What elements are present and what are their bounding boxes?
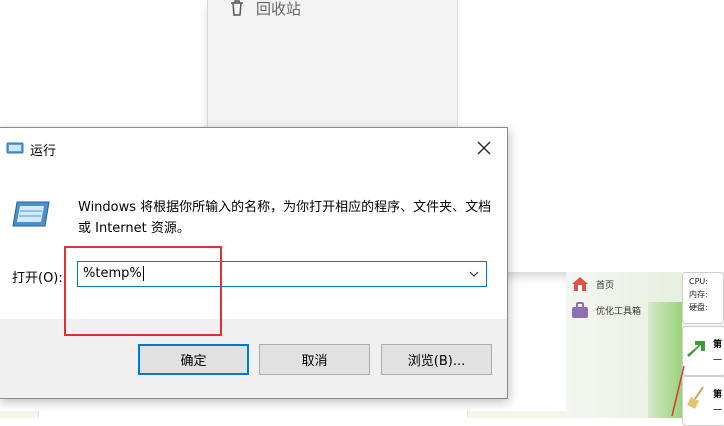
recycle-bin-item[interactable]: 回收站 bbox=[228, 0, 301, 22]
disk-label: 硬盘: bbox=[689, 303, 708, 312]
run-icon bbox=[6, 142, 24, 154]
memory-label: 内存: bbox=[689, 290, 708, 299]
broom-icon bbox=[687, 386, 704, 409]
nav-item-home[interactable]: 首页 bbox=[570, 272, 614, 296]
run-dialog: 运行 Windows 将根据你所输入的名称，为你打开相应的程序、文件夹、文档或 … bbox=[0, 127, 508, 399]
ok-button[interactable]: 确定 bbox=[138, 344, 249, 375]
dialog-content: Windows 将根据你所输入的名称，为你打开相应的程序、文件夹、文档或 Int… bbox=[0, 167, 507, 336]
browse-button[interactable]: 浏览(B)... bbox=[381, 344, 492, 375]
system-info-box: CPU: 内存: 硬盘: bbox=[682, 272, 724, 324]
trash-icon bbox=[231, 0, 243, 16]
tile-1-label: 第 bbox=[713, 340, 723, 350]
cancel-button[interactable]: 取消 bbox=[259, 344, 370, 375]
optimizer-app-window: 首页 优化工具箱 CPU: 内存: 硬盘: 第 一 第 一 bbox=[566, 272, 724, 426]
tile-1[interactable]: 第 一 bbox=[682, 326, 724, 376]
tile-2-label: 第 bbox=[713, 390, 723, 400]
red-line-decoration bbox=[671, 365, 685, 417]
nav-optimize-label: 优化工具箱 bbox=[596, 306, 642, 317]
bottom-strip-inner bbox=[38, 411, 468, 418]
close-icon bbox=[477, 141, 491, 154]
chevron-down-icon[interactable] bbox=[468, 268, 480, 280]
run-large-icon bbox=[12, 201, 50, 227]
dialog-title: 运行 bbox=[30, 144, 57, 159]
open-label: 打开(O): bbox=[12, 271, 63, 286]
home-icon bbox=[572, 277, 588, 291]
recycle-bin-label: 回收站 bbox=[256, 0, 302, 18]
bottom-strip bbox=[0, 411, 566, 418]
toolbox-icon bbox=[572, 302, 588, 318]
red-annotation-box bbox=[64, 246, 222, 336]
dialog-description: Windows 将根据你所输入的名称，为你打开相应的程序、文件夹、文档或 Int… bbox=[78, 200, 492, 236]
dialog-titlebar[interactable]: 运行 bbox=[0, 128, 507, 167]
nav-item-optimize[interactable]: 优化工具箱 bbox=[570, 298, 641, 322]
app-left-nav: 首页 优化工具箱 bbox=[566, 272, 682, 418]
close-button[interactable] bbox=[461, 128, 507, 167]
nav-home-label: 首页 bbox=[596, 280, 615, 291]
tile-2-sub: 一 bbox=[713, 406, 723, 416]
tile-1-sub: 一 bbox=[713, 356, 723, 366]
tile-2[interactable]: 第 一 bbox=[682, 376, 724, 426]
arrow-icon bbox=[687, 341, 705, 357]
cpu-label: CPU: bbox=[689, 277, 708, 286]
